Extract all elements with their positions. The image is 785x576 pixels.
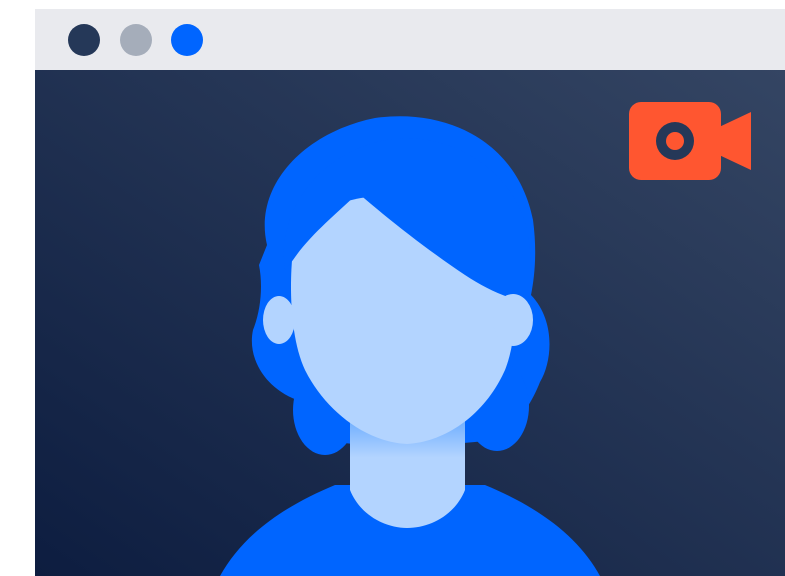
video-call-window <box>35 9 785 576</box>
window-control-1[interactable] <box>68 24 100 56</box>
window-control-3[interactable] <box>171 24 203 56</box>
video-camera-icon[interactable] <box>629 102 753 180</box>
video-feed <box>35 70 785 576</box>
video-camera-glyph <box>629 102 751 180</box>
camera-lens-cone <box>717 112 751 170</box>
avatar-ear <box>263 296 295 344</box>
camera-lens-center <box>666 132 684 150</box>
avatar-ear-right <box>493 294 533 346</box>
window-control-2[interactable] <box>120 24 152 56</box>
window-titlebar <box>35 9 785 70</box>
